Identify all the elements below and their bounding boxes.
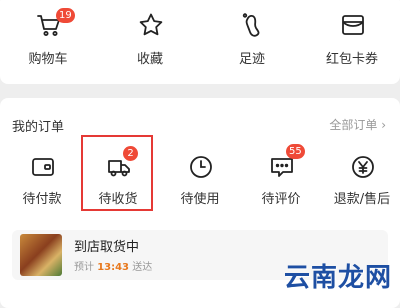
shortcuts-card: 19 购物车 收藏 足迹 红包卡券 bbox=[0, 0, 400, 84]
wallet-icon bbox=[30, 154, 56, 180]
order-status-label: 待评价 bbox=[261, 192, 301, 207]
shortcut-coupons[interactable]: 红包卡券 bbox=[312, 0, 392, 84]
pickup-title: 到店取货中 bbox=[74, 240, 140, 255]
pickup-eta: 预计 13:43 送达 bbox=[74, 262, 153, 273]
order-status-label: 退款/售后 bbox=[333, 192, 391, 207]
review-badge: 55 bbox=[286, 144, 305, 159]
order-status-refund[interactable]: 退款/售后 bbox=[322, 142, 400, 222]
shortcut-favorites[interactable]: 收藏 bbox=[110, 0, 190, 84]
cart-badge: 19 bbox=[56, 8, 75, 23]
order-status-to-use[interactable]: 待使用 bbox=[160, 142, 240, 222]
star-icon bbox=[138, 12, 164, 38]
shortcut-label: 足迹 bbox=[238, 52, 265, 67]
refund-icon bbox=[350, 154, 376, 180]
shortcut-label: 购物车 bbox=[28, 52, 68, 67]
footprint-icon bbox=[240, 12, 266, 38]
orders-title: 我的订单 bbox=[12, 120, 65, 135]
order-status-pending-payment[interactable]: 待付款 bbox=[2, 142, 82, 222]
order-status-to-review[interactable]: 55 待评价 bbox=[241, 142, 321, 222]
shortcut-footprints[interactable]: 足迹 bbox=[212, 0, 292, 84]
pickup-time: 13:43 bbox=[97, 262, 130, 273]
order-status-label: 待使用 bbox=[180, 192, 220, 207]
all-orders-link[interactable]: 全部订单 › bbox=[329, 116, 386, 133]
highlight-box bbox=[81, 135, 153, 211]
shortcut-cart[interactable]: 19 购物车 bbox=[8, 0, 88, 84]
shortcut-label: 红包卡券 bbox=[325, 52, 378, 67]
clock-icon bbox=[188, 154, 214, 180]
shortcut-label: 收藏 bbox=[136, 52, 163, 67]
order-status-label: 待付款 bbox=[22, 192, 62, 207]
product-thumbnail bbox=[20, 234, 62, 276]
watermark-logo: 云南龙网 bbox=[283, 263, 392, 293]
wallet-card-icon bbox=[340, 12, 366, 38]
